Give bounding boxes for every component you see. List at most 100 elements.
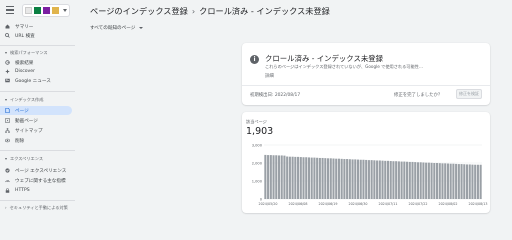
chart-bar[interactable]	[444, 163, 447, 199]
chart-bar[interactable]	[406, 161, 409, 199]
chart-bar[interactable]	[460, 164, 463, 199]
chart-bar[interactable]	[455, 163, 458, 199]
chart-bar[interactable]	[324, 158, 327, 199]
sidebar-item-search-results[interactable]: 検索結果	[0, 58, 72, 67]
chart-bar[interactable]	[465, 164, 469, 199]
chart-bar[interactable]	[474, 164, 477, 199]
chart-bar[interactable]	[384, 160, 387, 199]
sidebar-item-page-experience[interactable]: ページ エクスペリエンス	[0, 166, 72, 175]
chart-bar[interactable]	[307, 157, 310, 199]
chart-bar[interactable]	[446, 163, 449, 199]
chart-bar[interactable]	[337, 158, 340, 199]
chart-bar[interactable]	[359, 159, 362, 199]
sidebar-item-removals[interactable]: 削除	[0, 136, 72, 145]
sidebar-item-url-inspection[interactable]: URL 検査	[0, 31, 72, 40]
sidebar-item-summary[interactable]: サマリー	[0, 22, 72, 31]
chart-bar[interactable]	[416, 162, 419, 199]
validate-fix-button[interactable]: 修正を検証	[456, 89, 482, 99]
chart-bar[interactable]	[351, 159, 354, 199]
sidebar-item-sitemaps[interactable]: サイトマップ	[0, 126, 72, 135]
sidebar-section-security[interactable]: › セキュリティと手動による対策	[5, 205, 68, 211]
details-link[interactable]: 詳細	[265, 73, 274, 79]
chart-bar[interactable]	[422, 162, 425, 199]
chart-bar[interactable]	[400, 161, 403, 199]
chart-bar[interactable]	[463, 164, 466, 199]
chart-bar[interactable]	[269, 155, 272, 199]
chart-bar[interactable]	[310, 157, 313, 199]
chart-bar[interactable]	[343, 159, 346, 199]
sidebar-item-discover[interactable]: Discover	[0, 67, 72, 76]
chart-bar[interactable]	[365, 159, 368, 199]
chart-bar[interactable]	[392, 161, 395, 199]
chart-bar[interactable]	[321, 157, 324, 199]
chart-bar[interactable]	[370, 160, 373, 199]
sidebar-item-core-web-vitals[interactable]: ウェブに関する主な指標	[0, 176, 72, 185]
chart-bar[interactable]	[277, 155, 281, 199]
chart-bar[interactable]	[346, 159, 349, 199]
sidebar-item-https[interactable]: HTTPS	[0, 186, 72, 195]
sidebar-section-performance[interactable]: ▾ 検索パフォーマンス	[5, 50, 48, 56]
chart-bar[interactable]	[299, 157, 302, 199]
chart-bar[interactable]	[318, 157, 321, 199]
chart-bar[interactable]	[280, 155, 283, 199]
chart-bar[interactable]	[335, 158, 338, 199]
chart-bar[interactable]	[340, 158, 343, 199]
chart-bar[interactable]	[403, 161, 406, 199]
chart-bar[interactable]	[283, 155, 286, 199]
chart-bar[interactable]	[367, 160, 370, 199]
chart-bar[interactable]	[348, 159, 351, 199]
chart-bar[interactable]	[356, 159, 360, 199]
chart-bar[interactable]	[438, 163, 441, 199]
chart-bar[interactable]	[436, 163, 439, 199]
chart-bar[interactable]	[441, 163, 444, 199]
chart-bar[interactable]	[425, 162, 428, 199]
chart-bar[interactable]	[452, 163, 455, 199]
sidebar-section-indexing[interactable]: ▾ インデックス作成	[5, 97, 43, 103]
chart-bar[interactable]	[414, 162, 417, 199]
chart-bar[interactable]	[397, 161, 400, 199]
chart-bar[interactable]	[430, 162, 433, 199]
chart-bar[interactable]	[288, 156, 291, 199]
page-filter-dropdown[interactable]: すべての既知のページ	[90, 25, 144, 31]
chart-bar[interactable]	[329, 158, 332, 199]
chart-bar[interactable]	[411, 161, 414, 199]
chart-bar[interactable]	[471, 164, 474, 199]
chart-bar[interactable]	[479, 164, 482, 199]
chart-bar[interactable]	[468, 164, 471, 199]
chart-bar[interactable]	[327, 158, 330, 199]
chart-bar[interactable]	[457, 164, 460, 199]
chart-bar[interactable]	[275, 155, 278, 199]
chart-bar[interactable]	[362, 159, 365, 199]
chart-bar[interactable]	[297, 156, 300, 199]
chart-bar[interactable]	[376, 160, 379, 199]
breadcrumb-parent-link[interactable]: ページのインデックス登録	[90, 6, 188, 16]
chart-bar[interactable]	[267, 155, 270, 199]
chart-bar[interactable]	[427, 162, 430, 199]
chart-bar[interactable]	[381, 160, 384, 199]
hamburger-menu-icon[interactable]	[6, 6, 14, 14]
chart-bar[interactable]	[419, 162, 422, 199]
chart-bar[interactable]	[294, 156, 297, 199]
chart-bar[interactable]	[389, 161, 392, 199]
chart-bar[interactable]	[373, 160, 376, 199]
sidebar-item-news[interactable]: Google ニュース	[0, 76, 72, 85]
sidebar-item-pages[interactable]: ページ	[0, 106, 72, 115]
property-selector[interactable]	[22, 4, 70, 17]
chart-bar[interactable]	[395, 161, 398, 199]
chart-bar[interactable]	[476, 164, 479, 199]
chart-bar[interactable]	[449, 163, 452, 199]
chart-bar[interactable]	[313, 157, 316, 199]
chart-bar[interactable]	[302, 157, 305, 199]
sidebar-section-experience[interactable]: ▾ エクスペリエンス	[5, 156, 43, 162]
chart-bar[interactable]	[264, 154, 267, 199]
chart-bar[interactable]	[378, 160, 381, 199]
chart-bar[interactable]	[408, 161, 411, 199]
chart-bar[interactable]	[332, 158, 335, 200]
chart-bar[interactable]	[286, 156, 289, 199]
chart-bar[interactable]	[291, 156, 294, 199]
chart-bar[interactable]	[305, 157, 308, 199]
chart-bar[interactable]	[272, 155, 275, 199]
sidebar-item-video-pages[interactable]: 動画ページ	[0, 116, 72, 125]
chart-bar[interactable]	[433, 163, 436, 199]
chart-bar[interactable]	[316, 157, 319, 199]
